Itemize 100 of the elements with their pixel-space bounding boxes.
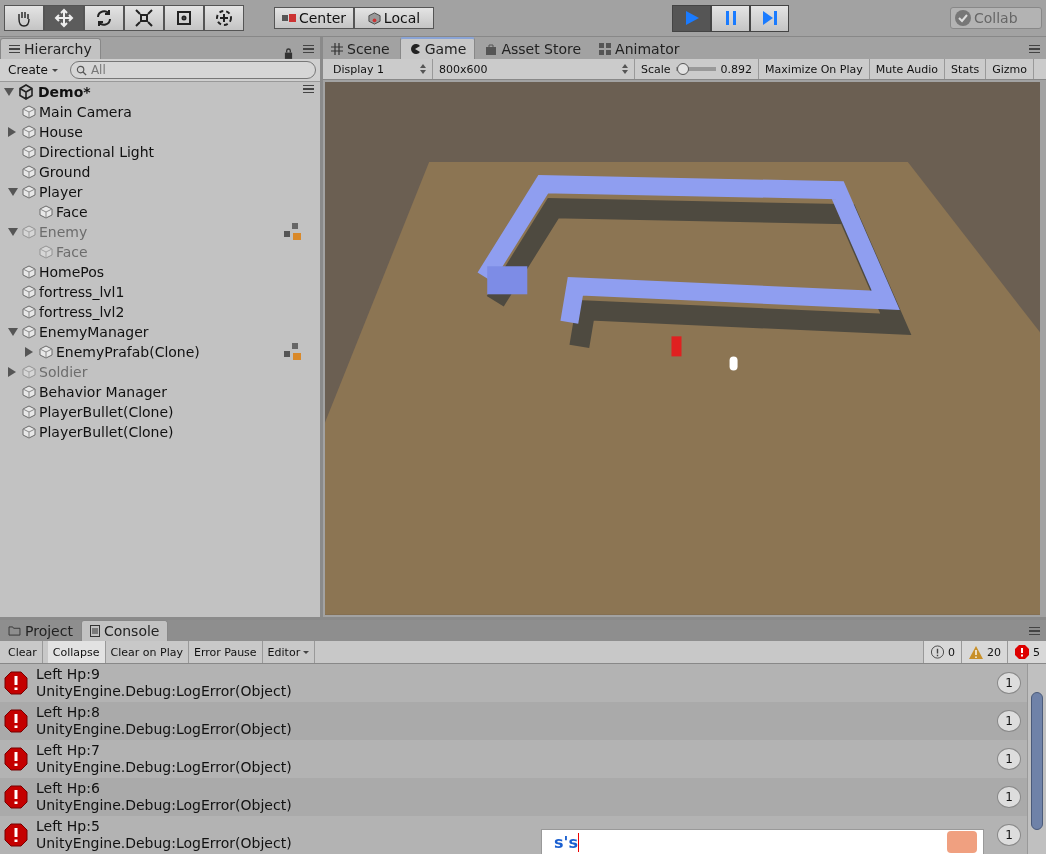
transform-icon — [214, 8, 234, 28]
cube-icon — [22, 125, 36, 139]
scale-value: 0.892 — [720, 62, 753, 76]
cube-icon — [22, 185, 36, 199]
menu-icon[interactable] — [303, 44, 314, 53]
menu-icon[interactable] — [1029, 44, 1040, 53]
error-icon — [4, 671, 28, 695]
log-trace: UnityEngine.Debug:LogError(Object) — [36, 835, 292, 852]
warning-count-toggle[interactable]: 20 — [961, 641, 1007, 663]
info-icon — [930, 644, 945, 660]
menu-icon[interactable] — [1029, 626, 1040, 635]
cube-icon — [22, 285, 36, 299]
info-count-toggle[interactable]: 0 — [923, 641, 961, 663]
hierarchy-item[interactable]: Player — [39, 184, 83, 200]
toggle-button[interactable]: Gizmo — [986, 59, 1034, 79]
document-icon — [89, 625, 100, 637]
hierarchy-item[interactable]: HomePos — [39, 264, 105, 280]
scale-label: Scale — [641, 62, 671, 76]
hierarchy-item[interactable]: Main Camera — [39, 104, 132, 120]
hand-tool-button[interactable] — [4, 5, 44, 31]
foldout-arrow-icon[interactable] — [4, 88, 14, 96]
hierarchy-item[interactable]: fortress_lvl2 — [39, 304, 125, 320]
count-badge: 1 — [997, 672, 1021, 694]
hierarchy-item[interactable]: Directional Light — [39, 144, 155, 160]
toggle-button[interactable]: Mute Audio — [869, 59, 946, 79]
move-tool-button[interactable] — [44, 5, 84, 31]
error-icon — [4, 747, 28, 771]
scrollbar[interactable] — [1027, 664, 1046, 854]
search-icon — [75, 65, 87, 76]
cube-icon — [39, 345, 53, 359]
pivot-toggle[interactable]: Center — [274, 7, 354, 29]
cube-icon — [22, 225, 36, 239]
console-toggle-button[interactable]: Clear on Play — [105, 641, 189, 663]
scroll-thumb[interactable] — [1031, 692, 1043, 830]
hierarchy-item[interactable]: House — [39, 124, 83, 140]
play-button[interactable] — [672, 4, 711, 32]
move-arrows-icon — [54, 8, 74, 28]
slider-thumb[interactable] — [677, 63, 689, 75]
hierarchy-item[interactable]: Face — [56, 204, 88, 220]
log-trace: UnityEngine.Debug:LogError(Object) — [36, 797, 292, 814]
hierarchy-item[interactable]: PlayerBullet(Clone) — [39, 424, 174, 440]
prefab-icon — [282, 342, 302, 362]
console-toggle-button[interactable]: Editor — [262, 641, 316, 663]
display-dropdown[interactable]: Display 1 — [327, 59, 433, 79]
cube-icon — [39, 245, 53, 259]
pacman-icon — [408, 43, 421, 55]
step-button[interactable] — [750, 4, 789, 32]
store-tab[interactable]: Asset Store — [477, 39, 590, 59]
hierarchy-item[interactable]: PlayerBullet(Clone) — [39, 404, 174, 420]
console-toggle-button[interactable]: Clear — [3, 641, 43, 663]
hierarchy-item[interactable]: Behavior Manager — [39, 384, 167, 400]
scene-name[interactable]: Demo* — [38, 84, 91, 100]
list-icon — [9, 44, 20, 54]
cube-icon — [39, 205, 53, 219]
log-entry[interactable]: Left Hp:6 UnityEngine.Debug:LogError(Object) 1 — [0, 778, 1027, 816]
log-message: Left Hp:8 — [36, 704, 101, 721]
log-message: Left Hp:6 — [36, 780, 101, 797]
ime-text: s's — [554, 832, 579, 852]
hierarchy-tab[interactable]: Hierarchy — [0, 38, 101, 59]
space-toggle[interactable]: Local — [354, 7, 434, 29]
error-count-toggle[interactable]: 5 — [1007, 641, 1046, 663]
menu-icon[interactable] — [303, 84, 314, 94]
updown-arrows-icon — [622, 64, 628, 74]
hierarchy-item[interactable]: EnemyPrafab(Clone) — [56, 344, 200, 360]
count-badge: 1 — [997, 748, 1021, 770]
project-tab[interactable]: Project — [0, 621, 81, 641]
hierarchy-item[interactable]: Ground — [39, 164, 91, 180]
rect-icon — [174, 8, 194, 28]
log-trace: UnityEngine.Debug:LogError(Object) — [36, 683, 292, 700]
error-icon — [4, 823, 28, 847]
log-entry[interactable]: Left Hp:8 UnityEngine.Debug:LogError(Object) 1 — [0, 702, 1027, 740]
transform-tool-button[interactable] — [204, 5, 244, 31]
console-toggle-button[interactable]: Error Pause — [188, 641, 263, 663]
console-tab[interactable]: Console — [80, 620, 169, 641]
cube-icon — [22, 425, 36, 439]
log-trace: UnityEngine.Debug:LogError(Object) — [36, 721, 292, 738]
ime-logo-icon — [947, 831, 977, 853]
hierarchy-item[interactable]: EnemyManager — [39, 324, 149, 340]
scene-tab[interactable]: Scene — [323, 39, 398, 59]
rect-tool-button[interactable] — [164, 5, 204, 31]
cube-icon — [22, 265, 36, 279]
scale-tool-button[interactable] — [124, 5, 164, 31]
resolution-dropdown[interactable]: 800x600 — [433, 59, 635, 79]
toggle-button[interactable]: Maximize On Play — [759, 59, 870, 79]
cube-icon — [22, 325, 36, 339]
pause-button[interactable] — [711, 4, 750, 32]
search-field[interactable]: All — [69, 61, 316, 79]
pivot-icon — [281, 13, 296, 23]
create-dropdown[interactable]: Create — [4, 61, 62, 79]
toggle-button[interactable]: Stats — [945, 59, 987, 79]
animator-tab[interactable]: Animator — [591, 39, 688, 59]
cube-icon — [367, 11, 381, 25]
game-tab[interactable]: Game — [399, 37, 476, 59]
unity-logo-icon — [18, 84, 34, 100]
rotate-tool-button[interactable] — [84, 5, 124, 31]
error-icon — [1014, 644, 1030, 660]
warning-icon — [968, 644, 984, 660]
console-toggle-button[interactable]: Collapse — [47, 641, 106, 663]
hierarchy-item[interactable]: fortress_lvl1 — [39, 284, 125, 300]
cube-icon — [22, 385, 36, 399]
